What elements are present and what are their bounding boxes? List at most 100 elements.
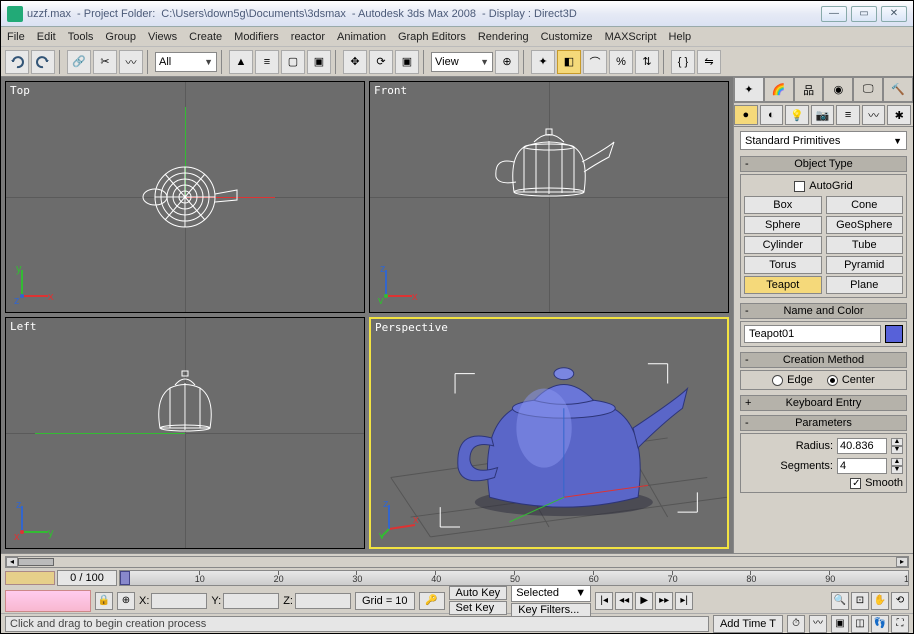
select-manipulate-button[interactable]: ✦	[531, 50, 555, 74]
segments-down[interactable]: ▼	[891, 466, 903, 474]
zoom-extents-button[interactable]: ▣	[831, 615, 849, 633]
menu-create[interactable]: Create	[189, 31, 222, 43]
unlink-button[interactable]: ✂	[93, 50, 117, 74]
maximize-button[interactable]: ▭	[851, 6, 877, 22]
named-selection-button[interactable]: { }	[671, 50, 695, 74]
scale-button[interactable]: ▣	[395, 50, 419, 74]
goto-start-button[interactable]: |◂	[595, 592, 613, 610]
radius-up[interactable]: ▲	[891, 438, 903, 446]
scroll-thumb[interactable]	[18, 558, 54, 566]
tab-hierarchy[interactable]: 品	[794, 77, 824, 102]
prev-frame-button[interactable]: ◂◂	[615, 592, 633, 610]
autokey-button[interactable]: Auto Key	[449, 586, 508, 600]
segments-up[interactable]: ▲	[891, 458, 903, 466]
addtime-button[interactable]: Add Time T	[713, 615, 783, 633]
radius-down[interactable]: ▼	[891, 446, 903, 454]
autogrid-checkbox[interactable]	[794, 181, 805, 192]
lock-button[interactable]: 🔒	[95, 592, 113, 610]
menu-rendering[interactable]: Rendering	[478, 31, 529, 43]
prim-box[interactable]: Box	[744, 196, 822, 214]
time-slider[interactable]	[5, 571, 55, 585]
viewport-top[interactable]: Top x y z	[5, 81, 365, 313]
cameras-icon[interactable]: 📷	[811, 105, 835, 125]
smooth-checkbox[interactable]	[850, 478, 861, 489]
menu-animation[interactable]: Animation	[337, 31, 386, 43]
ref-coord-dropdown[interactable]: View▼	[431, 52, 493, 72]
object-name-input[interactable]: Teapot01	[744, 325, 881, 343]
edge-radio[interactable]	[772, 375, 783, 386]
walk-button[interactable]: 👣	[871, 615, 889, 633]
time-ruler[interactable]: 0102030405060708090100	[119, 570, 909, 586]
menu-group[interactable]: Group	[105, 31, 136, 43]
close-button[interactable]: ✕	[881, 6, 907, 22]
tab-modify[interactable]: 🌈	[764, 77, 794, 102]
rollout-keyboard-entry[interactable]: +Keyboard Entry	[740, 395, 907, 411]
arc-rotate-button[interactable]: ⟲	[891, 592, 909, 610]
object-color-swatch[interactable]	[885, 325, 903, 343]
percent-snap-button[interactable]: %	[609, 50, 633, 74]
next-frame-button[interactable]: ▸▸	[655, 592, 673, 610]
tab-motion[interactable]: ◉	[823, 77, 853, 102]
rollout-parameters[interactable]: -Parameters	[740, 415, 907, 431]
spacewarps-icon[interactable]: 〰	[862, 105, 886, 125]
min-max-button[interactable]: ⛶	[891, 615, 909, 633]
prim-geosphere[interactable]: GeoSphere	[826, 216, 904, 234]
center-radio[interactable]	[827, 375, 838, 386]
menu-reactor[interactable]: reactor	[291, 31, 325, 43]
scroll-right[interactable]: ▸	[896, 557, 908, 567]
menu-modifiers[interactable]: Modifiers	[234, 31, 279, 43]
menu-customize[interactable]: Customize	[541, 31, 593, 43]
rotate-button[interactable]: ⟳	[369, 50, 393, 74]
abs-rel-button[interactable]: ⊕	[117, 592, 135, 610]
selection-filter-dropdown[interactable]: All▼	[155, 52, 217, 72]
rollout-object-type[interactable]: -Object Type	[740, 156, 907, 172]
select-by-name-button[interactable]: ≡	[255, 50, 279, 74]
tab-utilities[interactable]: 🔨	[883, 77, 913, 102]
menu-views[interactable]: Views	[148, 31, 177, 43]
field-of-view-button[interactable]: ◫	[851, 615, 869, 633]
pan-button[interactable]: ✋	[871, 592, 889, 610]
helpers-icon[interactable]: ≡	[836, 105, 860, 125]
curve-editor-button[interactable]: 〰	[809, 615, 827, 633]
lights-icon[interactable]: 💡	[785, 105, 809, 125]
prim-cone[interactable]: Cone	[826, 196, 904, 214]
minimize-button[interactable]: —	[821, 6, 847, 22]
menu-file[interactable]: File	[7, 31, 25, 43]
pivot-button[interactable]: ⊕	[495, 50, 519, 74]
track-bar-scroll[interactable]: ◂ ▸	[5, 556, 909, 568]
shapes-icon[interactable]: ◐	[760, 105, 784, 125]
rollout-creation-method[interactable]: -Creation Method	[740, 352, 907, 368]
prim-teapot[interactable]: Teapot	[744, 276, 822, 294]
undo-button[interactable]	[5, 50, 29, 74]
systems-icon[interactable]: ✱	[887, 105, 911, 125]
goto-end-button[interactable]: ▸|	[675, 592, 693, 610]
viewport-perspective[interactable]: Perspective	[369, 317, 729, 549]
coord-z-input[interactable]	[295, 593, 351, 609]
zoom-all-button[interactable]: ⊡	[851, 592, 869, 610]
tab-display[interactable]: 🖵	[853, 77, 883, 102]
select-button[interactable]: ▲	[229, 50, 253, 74]
angle-snap-button[interactable]: ⌒	[583, 50, 607, 74]
rollout-name-color[interactable]: -Name and Color	[740, 303, 907, 319]
snap-toggle-button[interactable]: ◧	[557, 50, 581, 74]
prim-plane[interactable]: Plane	[826, 276, 904, 294]
link-button[interactable]: 🔗	[67, 50, 91, 74]
setkey-button[interactable]: Set Key	[449, 601, 508, 615]
menu-edit[interactable]: Edit	[37, 31, 56, 43]
prim-pyramid[interactable]: Pyramid	[826, 256, 904, 274]
mirror-button[interactable]: ⇋	[697, 50, 721, 74]
coord-x-input[interactable]	[151, 593, 207, 609]
key-icon[interactable]: 🔑	[419, 592, 445, 610]
scroll-left[interactable]: ◂	[6, 557, 18, 567]
select-region-button[interactable]: ▢	[281, 50, 305, 74]
spinner-snap-button[interactable]: ⇅	[635, 50, 659, 74]
script-listener[interactable]	[5, 590, 91, 612]
prim-torus[interactable]: Torus	[744, 256, 822, 274]
move-button[interactable]: ✥	[343, 50, 367, 74]
prim-sphere[interactable]: Sphere	[744, 216, 822, 234]
time-config-button[interactable]: ⏱	[787, 615, 805, 633]
tab-create[interactable]: ✦	[734, 77, 764, 102]
bind-spacewarp-button[interactable]: 〰	[119, 50, 143, 74]
coord-y-input[interactable]	[223, 593, 279, 609]
radius-spinner[interactable]: 40.836	[837, 438, 887, 454]
